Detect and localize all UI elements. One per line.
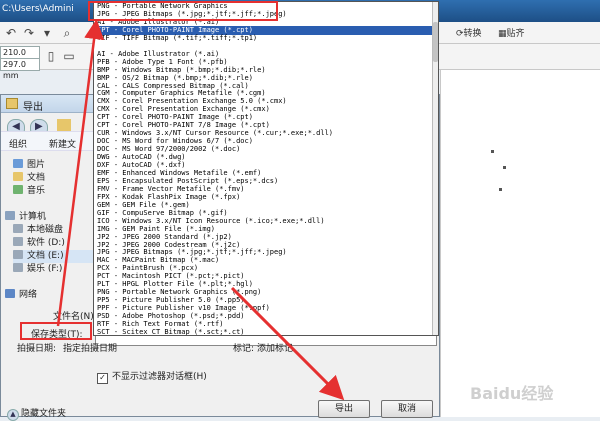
arrow-up (56, 19, 105, 327)
arrow-to-export (230, 286, 345, 401)
annotation-arrows (56, 19, 345, 401)
watermark: Baidu经验 (470, 384, 554, 403)
